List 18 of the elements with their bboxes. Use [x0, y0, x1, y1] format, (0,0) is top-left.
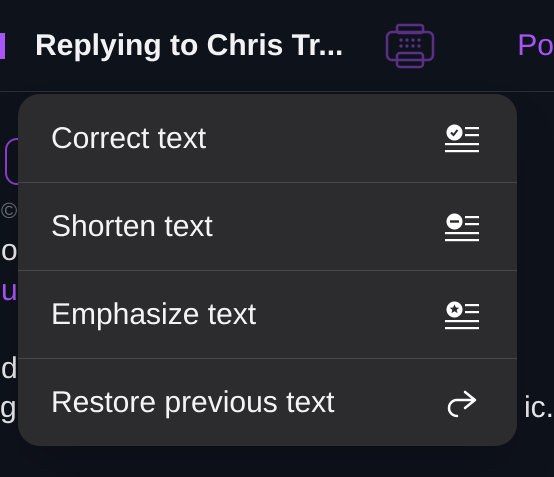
body-text: ic.: [524, 391, 554, 425]
printer-icon[interactable]: [385, 22, 436, 68]
body-text: u: [0, 273, 18, 309]
body-text: ©: [0, 197, 18, 225]
menu-item[interactable]: Emphasize text: [18, 270, 517, 358]
header-title: Replying to Chris Tr...: [35, 28, 344, 64]
menu-item[interactable]: Correct text: [18, 94, 517, 182]
header-action[interactable]: Po: [517, 23, 554, 68]
star-text-icon: [445, 300, 479, 330]
checked-text-icon: [445, 123, 479, 153]
menu-item[interactable]: Restore previous text: [18, 358, 517, 446]
redo-arrow-icon: [445, 388, 479, 418]
body-text: d: [0, 351, 18, 387]
minus-text-icon: [445, 212, 479, 242]
body-text: o: [0, 233, 18, 269]
menu-item[interactable]: Shorten text: [18, 182, 517, 270]
text-edge-mark: [0, 32, 5, 58]
body-text: g: [0, 391, 17, 425]
